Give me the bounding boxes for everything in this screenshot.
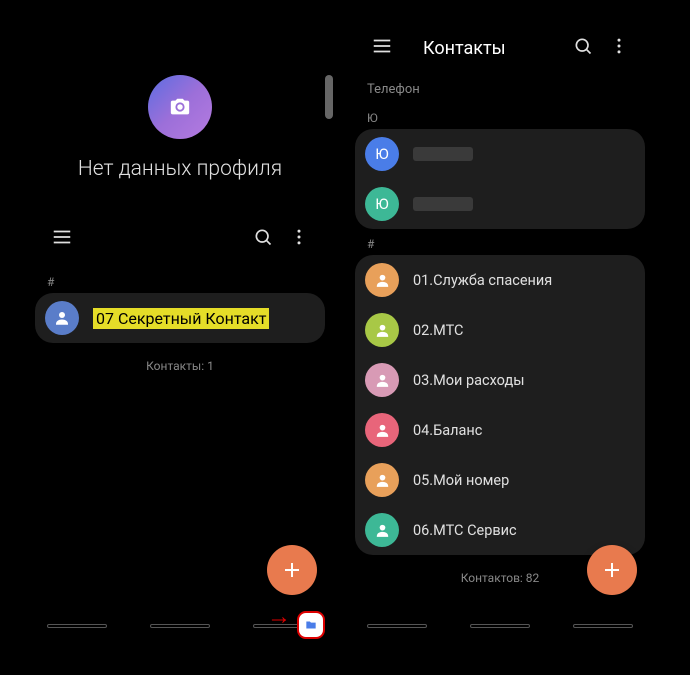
profile-avatar[interactable] (148, 75, 212, 139)
nav-home[interactable] (150, 624, 210, 628)
contact-avatar (365, 513, 399, 547)
contact-group-u: ЮЮ (355, 129, 645, 229)
contact-name: 04.Баланс (413, 422, 482, 439)
contact-name: 02.МТС (413, 322, 463, 339)
person-icon (374, 422, 391, 439)
index-symbol: # (345, 229, 655, 255)
person-icon (374, 372, 391, 389)
android-navbar (345, 605, 655, 645)
contact-name: 05.Мой номер (413, 472, 509, 489)
secure-folder-indicator[interactable] (297, 611, 325, 639)
contact-avatar (365, 363, 399, 397)
folder-icon (304, 618, 318, 632)
section-phone: Телефон (345, 76, 655, 103)
contact-group: 07 Секретный Контакт (35, 293, 325, 343)
contact-name-highlighted: 07 Секретный Контакт (93, 308, 269, 329)
index-symbol: # (25, 267, 335, 293)
contact-row[interactable]: 01.Служба спасения (355, 255, 645, 305)
more-icon[interactable] (281, 219, 317, 259)
profile-title: Нет данных профиля (78, 157, 282, 181)
contact-avatar: Ю (365, 137, 399, 171)
contact-name: 06.МТС Сервис (413, 522, 517, 539)
nav-home[interactable] (470, 624, 530, 628)
search-icon[interactable] (245, 219, 281, 259)
contact-row[interactable]: Ю (355, 129, 645, 179)
contact-row[interactable]: 02.МТС (355, 305, 645, 355)
scroll-handle[interactable] (325, 75, 333, 119)
nav-recent[interactable] (47, 624, 107, 628)
toolbar-title: Контакты (423, 38, 565, 59)
avatar-letter: Ю (375, 145, 388, 163)
contact-name-redacted (413, 147, 473, 161)
person-icon (374, 472, 391, 489)
search-icon[interactable] (565, 28, 601, 68)
person-icon (374, 522, 391, 539)
contact-name-redacted (413, 197, 473, 211)
contact-row[interactable]: 05.Мой номер (355, 455, 645, 505)
person-icon (374, 322, 391, 339)
contact-avatar (365, 413, 399, 447)
menu-icon[interactable] (43, 218, 81, 260)
menu-icon[interactable] (363, 27, 401, 69)
right-screen: Контакты Телефон Ю ЮЮ # 01.Служба спасен… (345, 20, 655, 645)
person-icon (374, 272, 391, 289)
more-icon[interactable] (601, 28, 637, 68)
toolbar (25, 211, 335, 267)
toolbar: Контакты (345, 20, 655, 76)
nav-recent[interactable] (367, 624, 427, 628)
contact-avatar (365, 263, 399, 297)
person-icon (53, 309, 71, 327)
contact-row[interactable]: Ю (355, 179, 645, 229)
contact-name: 01.Служба спасения (413, 272, 552, 289)
avatar-letter: Ю (375, 195, 388, 213)
contact-avatar (365, 313, 399, 347)
contact-avatar (45, 301, 79, 335)
profile-header: Нет данных профиля (25, 20, 335, 181)
annotation-arrow: → (267, 602, 291, 631)
contact-group-num: 01.Служба спасения 02.МТС 03.Мои расходы 04… (355, 255, 645, 555)
add-contact-fab[interactable] (267, 545, 317, 595)
contact-avatar (365, 463, 399, 497)
add-contact-fab[interactable] (587, 545, 637, 595)
contact-row[interactable]: 04.Баланс (355, 405, 645, 455)
contact-name: 03.Мои расходы (413, 372, 524, 389)
index-letter-u: Ю (345, 103, 655, 129)
camera-icon (169, 96, 191, 118)
nav-back[interactable] (573, 624, 633, 628)
contact-avatar: Ю (365, 187, 399, 221)
contact-row[interactable]: 07 Секретный Контакт (35, 293, 325, 343)
contact-row[interactable]: 03.Мои расходы (355, 355, 645, 405)
left-screen: Нет данных профиля # 07 Секретный Контак… (25, 20, 335, 645)
contacts-count: Контакты: 1 (25, 359, 335, 373)
